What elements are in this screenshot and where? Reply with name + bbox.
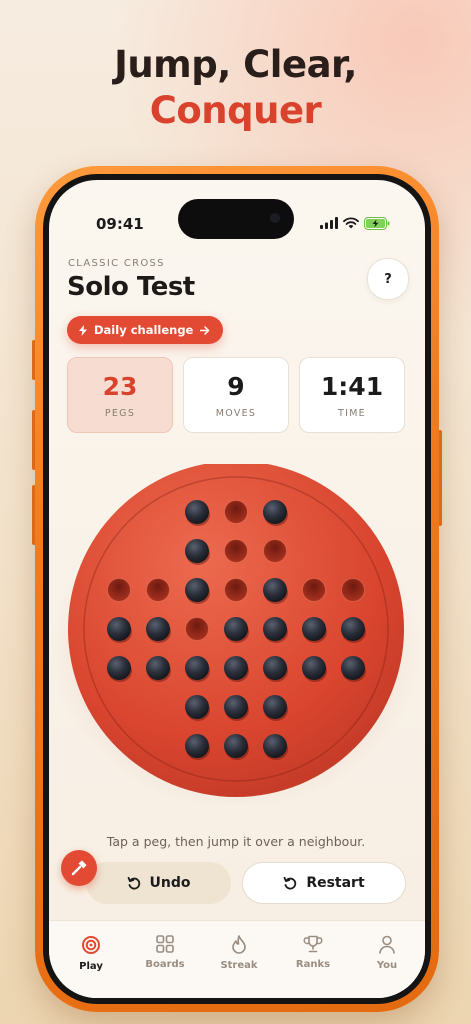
- board-peg[interactable]: [185, 539, 209, 563]
- undo-button[interactable]: Undo: [86, 862, 231, 904]
- board-peg[interactable]: [185, 500, 209, 524]
- board-hole[interactable]: [224, 539, 248, 563]
- daily-challenge-button[interactable]: Daily challenge: [67, 316, 224, 344]
- board-peg[interactable]: [107, 617, 131, 641]
- battery-charging-icon: [364, 216, 390, 230]
- board-peg[interactable]: [263, 578, 287, 602]
- game-board-area: [49, 461, 423, 809]
- camera-icon: [270, 213, 280, 223]
- tab-you[interactable]: You: [355, 935, 419, 971]
- tab-ranks[interactable]: Ranks: [281, 935, 345, 970]
- board-peg[interactable]: [224, 656, 248, 680]
- hero-line-2: Conquer: [149, 89, 322, 132]
- undo-label: Undo: [149, 875, 191, 891]
- hero-headline: Jump, Clear, Conquer: [0, 42, 471, 134]
- peg-solitaire-board: [51, 461, 421, 809]
- board-hole[interactable]: [224, 578, 248, 602]
- phone-screen: 09:41 CLASSIC CROSS Solo Test ? Daily ch…: [49, 180, 425, 998]
- board-peg[interactable]: [185, 695, 209, 719]
- board-peg[interactable]: [146, 617, 170, 641]
- tab-boards[interactable]: Boards: [133, 935, 197, 970]
- stat-pegs-value: 23: [102, 371, 138, 401]
- board-peg[interactable]: [185, 656, 209, 680]
- daily-challenge-label: Daily challenge: [94, 323, 194, 337]
- signal-icon: [320, 217, 338, 229]
- hammer-fab-button[interactable]: [61, 850, 97, 886]
- bolt-icon: [79, 324, 87, 336]
- board-peg[interactable]: [224, 734, 248, 758]
- stat-time: 1:41 TIME: [299, 357, 405, 433]
- trophy-icon: [303, 935, 323, 953]
- status-time: 09:41: [96, 215, 144, 233]
- board-hole[interactable]: [146, 578, 170, 602]
- tab-streak-label: Streak: [220, 960, 258, 971]
- board-hole[interactable]: [185, 617, 209, 641]
- board-peg[interactable]: [224, 617, 248, 641]
- status-icons: [320, 215, 390, 231]
- grid-icon: [156, 935, 174, 953]
- hero-line-1: Jump, Clear,: [114, 43, 357, 86]
- board-peg[interactable]: [107, 656, 131, 680]
- stat-time-label: TIME: [337, 407, 366, 419]
- stat-moves-label: MOVES: [215, 407, 257, 419]
- board-peg[interactable]: [146, 656, 170, 680]
- board-peg[interactable]: [263, 617, 287, 641]
- bottom-tab-bar: Play Boards Streak Ranks You: [49, 920, 425, 998]
- phone-frame: 09:41 CLASSIC CROSS Solo Test ? Daily ch…: [35, 166, 439, 1012]
- page-title: Solo Test: [67, 272, 195, 302]
- stats-row: 23 PEGS 9 MOVES 1:41 TIME: [67, 357, 405, 433]
- stat-pegs: 23 PEGS: [67, 357, 173, 433]
- stat-moves-value: 9: [227, 371, 245, 401]
- mode-eyebrow: CLASSIC CROSS: [68, 258, 165, 269]
- hammer-icon: [71, 860, 87, 876]
- board-hole[interactable]: [302, 578, 326, 602]
- tab-streak[interactable]: Streak: [207, 935, 271, 971]
- board-hole[interactable]: [107, 578, 131, 602]
- restart-label: Restart: [306, 875, 365, 891]
- tab-ranks-label: Ranks: [295, 959, 331, 970]
- restart-icon: [283, 876, 297, 890]
- user-icon: [379, 935, 395, 954]
- board-peg[interactable]: [185, 734, 209, 758]
- stat-pegs-label: PEGS: [104, 407, 136, 419]
- tab-play-label: Play: [79, 961, 103, 972]
- stat-time-value: 1:41: [320, 371, 384, 401]
- board-hole[interactable]: [224, 500, 248, 524]
- board-peg[interactable]: [341, 617, 365, 641]
- stat-moves: 9 MOVES: [183, 357, 289, 433]
- tab-you-label: You: [376, 960, 398, 971]
- arrow-right-icon: [200, 325, 210, 335]
- board-peg[interactable]: [302, 656, 326, 680]
- board-peg[interactable]: [263, 500, 287, 524]
- board-peg[interactable]: [185, 578, 209, 602]
- tab-boards-label: Boards: [145, 959, 185, 970]
- undo-icon: [127, 876, 140, 890]
- help-button[interactable]: ?: [367, 258, 409, 300]
- board-peg[interactable]: [341, 656, 365, 680]
- board-peg[interactable]: [224, 695, 248, 719]
- board-hole[interactable]: [341, 578, 365, 602]
- board-hole[interactable]: [263, 539, 287, 563]
- wifi-icon: [343, 217, 359, 229]
- board-peg[interactable]: [263, 656, 287, 680]
- hint-text: Tap a peg, then jump it over a neighbour…: [106, 834, 366, 849]
- target-icon: [82, 936, 100, 954]
- restart-button[interactable]: Restart: [242, 862, 406, 904]
- board-peg[interactable]: [263, 695, 287, 719]
- board-peg[interactable]: [263, 734, 287, 758]
- flame-icon: [232, 935, 246, 954]
- board-peg[interactable]: [302, 617, 326, 641]
- phone-bezel: 09:41 CLASSIC CROSS Solo Test ? Daily ch…: [43, 174, 431, 1004]
- dynamic-island: [178, 199, 294, 239]
- tab-play[interactable]: Play: [59, 935, 123, 972]
